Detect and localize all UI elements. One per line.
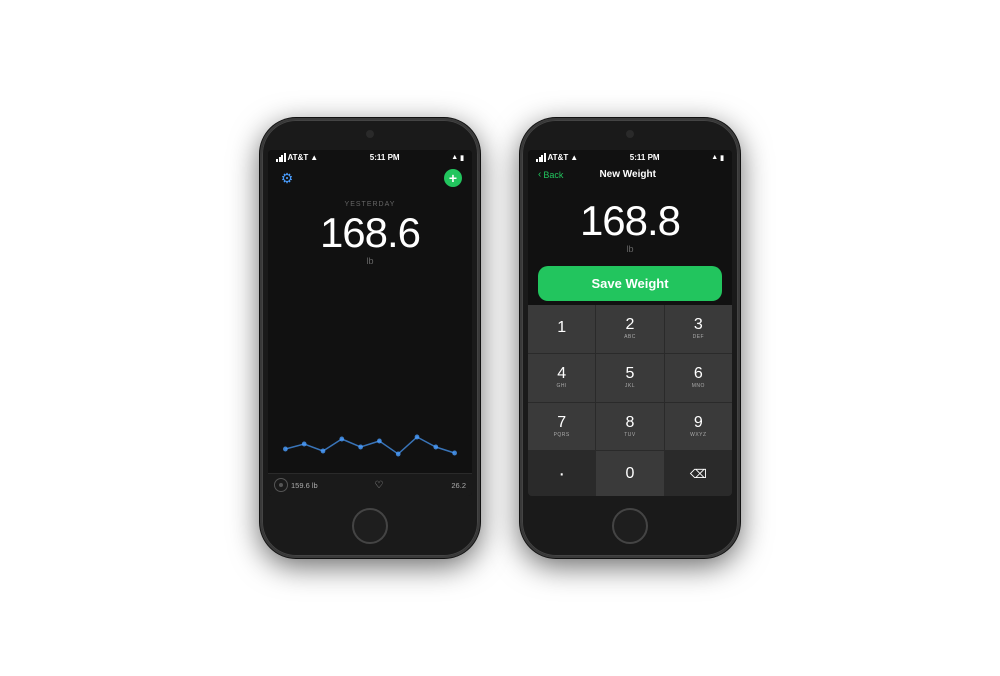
phone-1-screen: AT&T ▲ 5:11 PM ▲ ▮ ⚙ + YESTERDAY 168.6 l… xyxy=(268,150,472,496)
signal-arrow-1: ▲ xyxy=(451,154,458,161)
key-7-alpha: PQRS xyxy=(554,432,570,438)
key-2-num: 2 xyxy=(626,317,635,333)
carrier-2: AT&T xyxy=(548,153,569,162)
phone2-nav: ‹ Back New Weight xyxy=(528,165,732,184)
key-1-num: 1 xyxy=(557,320,566,336)
key-1[interactable]: 1 xyxy=(528,305,595,353)
key-9[interactable]: 9 WXYZ xyxy=(665,403,732,451)
main-weight-unit: lb xyxy=(366,256,373,266)
key-2[interactable]: 2 ABC xyxy=(596,305,663,353)
status-left-1: AT&T ▲ xyxy=(276,153,318,162)
health-icon: ♡ xyxy=(372,478,386,492)
key-6-alpha: MNO xyxy=(692,383,705,389)
key-6-num: 6 xyxy=(694,366,703,382)
key-0-num: 0 xyxy=(626,466,635,482)
key-9-alpha: WXYZ xyxy=(690,432,706,438)
bmi-value: 26.2 xyxy=(451,481,466,490)
battery-icon-1: ▮ xyxy=(460,154,464,162)
key-3-alpha: DEF xyxy=(693,334,705,340)
nav-title: New Weight xyxy=(599,169,655,180)
key-3[interactable]: 3 DEF xyxy=(665,305,732,353)
status-right-1: ▲ ▮ xyxy=(451,154,464,162)
key-4-alpha: GHI xyxy=(556,383,566,389)
target-btn[interactable]: 159.6 lb xyxy=(274,478,368,492)
back-label: Back xyxy=(543,170,563,180)
delete-icon: ⌫ xyxy=(690,467,707,481)
key-8-alpha: TUV xyxy=(624,432,636,438)
phone-1: AT&T ▲ 5:11 PM ▲ ▮ ⚙ + YESTERDAY 168.6 l… xyxy=(260,118,480,558)
signal-bar xyxy=(284,153,286,162)
key-4[interactable]: 4 GHI xyxy=(528,354,595,402)
phone-2: AT&T ▲ 5:11 PM ▲ ▮ ‹ Back New Weight 168… xyxy=(520,118,740,558)
status-left-2: AT&T ▲ xyxy=(536,153,578,162)
new-weight-display: 168.8 lb xyxy=(528,184,732,262)
wifi-icon-2: ▲ xyxy=(570,153,578,162)
phone1-nav: ⚙ + xyxy=(268,165,472,191)
key-4-num: 4 xyxy=(557,366,566,382)
wifi-icon-1: ▲ xyxy=(310,153,318,162)
key-3-num: 3 xyxy=(694,317,703,333)
key-6[interactable]: 6 MNO xyxy=(665,354,732,402)
target-icon xyxy=(274,478,288,492)
key-2-alpha: ABC xyxy=(624,334,636,340)
signal-arrow-2: ▲ xyxy=(711,154,718,161)
health-btn[interactable]: ♡ 26.2 xyxy=(372,478,466,492)
time-1: 5:11 PM xyxy=(370,153,400,162)
battery-icon-2: ▮ xyxy=(720,154,724,162)
bottom-bar: 159.6 lb ♡ 26.2 xyxy=(268,473,472,496)
main-content: YESTERDAY 168.6 lb xyxy=(268,191,472,473)
status-bar-1: AT&T ▲ 5:11 PM ▲ ▮ xyxy=(268,150,472,165)
carrier-1: AT&T xyxy=(288,153,309,162)
weight-chart xyxy=(276,409,464,469)
back-button[interactable]: ‹ Back xyxy=(538,169,563,180)
key-7[interactable]: 7 PQRS xyxy=(528,403,595,451)
save-weight-button[interactable]: Save Weight xyxy=(538,266,722,301)
key-7-num: 7 xyxy=(557,415,566,431)
signal-bars-2 xyxy=(536,153,546,162)
main-weight-value: 168.6 xyxy=(320,212,420,254)
back-chevron: ‹ xyxy=(538,169,541,180)
signal-bars-1 xyxy=(276,153,286,162)
new-weight-value: 168.8 xyxy=(580,200,680,242)
time-2: 5:11 PM xyxy=(630,153,660,162)
weight-bottom-label: 159.6 lb xyxy=(291,481,318,490)
numeric-keypad: 1 2 ABC 3 DEF 4 GHI 5 JKL 6 MNO xyxy=(528,305,732,496)
key-5[interactable]: 5 JKL xyxy=(596,354,663,402)
key-5-num: 5 xyxy=(626,366,635,382)
phone-2-screen: AT&T ▲ 5:11 PM ▲ ▮ ‹ Back New Weight 168… xyxy=(528,150,732,496)
key-0[interactable]: 0 xyxy=(596,451,663,496)
period-label: YESTERDAY xyxy=(345,201,396,208)
key-5-alpha: JKL xyxy=(625,383,635,389)
key-delete[interactable]: ⌫ xyxy=(665,451,732,496)
status-bar-2: AT&T ▲ 5:11 PM ▲ ▮ xyxy=(528,150,732,165)
key-8[interactable]: 8 TUV xyxy=(596,403,663,451)
add-icon[interactable]: + xyxy=(444,169,462,187)
new-weight-unit: lb xyxy=(626,244,633,254)
gear-icon[interactable]: ⚙ xyxy=(278,169,296,187)
home-button-1[interactable] xyxy=(352,508,388,544)
chart-area xyxy=(268,266,472,473)
key-9-num: 9 xyxy=(694,415,703,431)
key-dot-sym: · xyxy=(558,464,565,484)
home-button-2[interactable] xyxy=(612,508,648,544)
key-dot[interactable]: · xyxy=(528,451,595,496)
key-8-num: 8 xyxy=(626,415,635,431)
signal-bar xyxy=(544,153,546,162)
status-right-2: ▲ ▮ xyxy=(711,154,724,162)
